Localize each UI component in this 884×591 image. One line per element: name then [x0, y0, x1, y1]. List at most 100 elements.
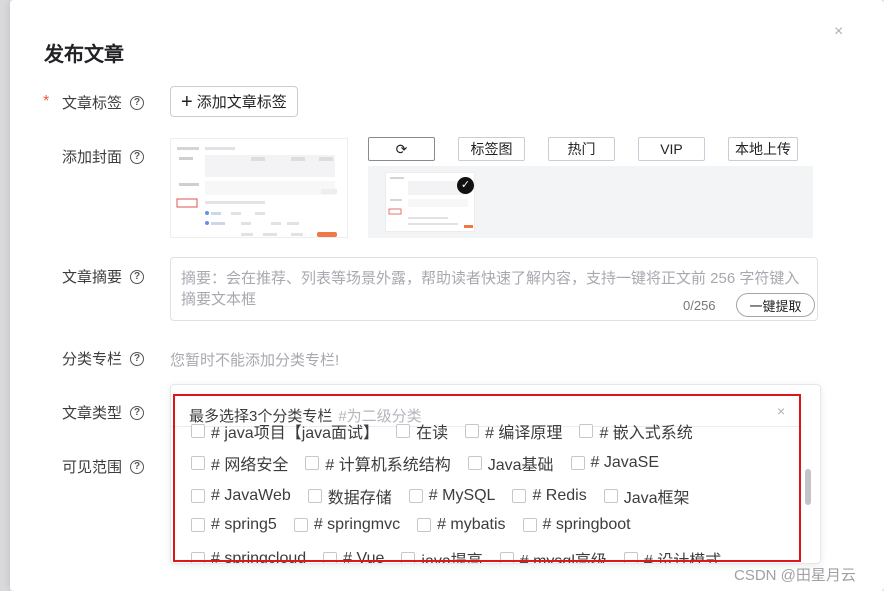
checkbox[interactable]: [401, 552, 416, 563]
help-icon[interactable]: ?: [130, 351, 145, 366]
tags-label-text: 文章标签: [62, 95, 123, 112]
checkbox[interactable]: [191, 424, 205, 438]
checkbox[interactable]: [623, 552, 638, 563]
popular-button[interactable]: 热门: [548, 137, 615, 161]
category-option[interactable]: # spring5: [191, 516, 277, 534]
category-option[interactable]: # 编译原理: [465, 419, 562, 443]
category-option[interactable]: # springmvc: [293, 516, 401, 534]
checkbox[interactable]: [579, 424, 594, 438]
option-label: # 编译原理: [485, 425, 563, 442]
category-option[interactable]: # mysql高级: [499, 547, 607, 564]
category-option[interactable]: # mybatis: [417, 516, 506, 534]
category-option[interactable]: # 嵌入式系统: [579, 419, 693, 443]
help-icon[interactable]: ?: [130, 405, 145, 420]
option-row: # 网络安全 # 计算机系统结构 Java基础 # JavaSE: [191, 451, 676, 475]
category-option[interactable]: # Redis: [512, 484, 587, 508]
category-option[interactable]: # java项目【java面试】: [191, 419, 379, 443]
visibility-label: 可见范围 ?: [62, 456, 145, 477]
category-option[interactable]: 在读: [396, 419, 448, 443]
dropdown-scrollbar[interactable]: [805, 469, 811, 505]
option-label: # MySQL: [428, 487, 496, 504]
option-label: Java框架: [623, 490, 690, 507]
checkbox[interactable]: [512, 489, 527, 503]
plus-icon: +: [181, 90, 193, 113]
category-option[interactable]: # MySQL: [408, 484, 496, 508]
visibility-label-text: 可见范围: [62, 459, 123, 476]
background-page-edge: [0, 0, 10, 591]
category-option[interactable]: # JavaWeb: [191, 484, 291, 508]
checkbox[interactable]: [396, 424, 411, 438]
add-tag-label: 添加文章标签: [196, 94, 287, 111]
option-label: # Vue: [343, 550, 385, 564]
checkbox[interactable]: [603, 489, 618, 503]
selected-check-icon: ✓: [457, 177, 474, 194]
refresh-icon: ⟳: [395, 140, 408, 157]
close-icon[interactable]: ×: [834, 24, 843, 40]
tag-image-button[interactable]: 标签图: [458, 137, 525, 161]
help-icon[interactable]: ?: [130, 269, 145, 284]
summary-textarea[interactable]: 摘要：会在推荐、列表等场景外露，帮助读者快速了解内容，支持一键将正文前 256 …: [170, 257, 818, 321]
option-label: 数据存储: [327, 490, 392, 507]
checkbox[interactable]: [191, 518, 205, 532]
option-label: # Redis: [532, 487, 587, 504]
category-column-dropdown: 最多选择3个分类专栏 #为二级分类 × # java项目【java面试】 在读 #…: [170, 384, 821, 564]
category-option[interactable]: # JavaSE: [570, 451, 659, 475]
dialog-title: 发布文章: [44, 44, 124, 66]
tags-label: 文章标签 ?: [62, 92, 145, 113]
checkbox[interactable]: [293, 518, 308, 532]
category-option[interactable]: Java基础: [467, 451, 554, 475]
checkbox[interactable]: [570, 456, 585, 470]
checkbox[interactable]: [191, 489, 205, 503]
option-label: # JavaWeb: [211, 487, 291, 504]
checkbox[interactable]: [305, 456, 320, 470]
type-label-text: 文章类型: [62, 405, 123, 422]
checkbox[interactable]: [499, 552, 514, 563]
category-option[interactable]: java提高: [401, 547, 483, 564]
category-option[interactable]: 数据存储: [307, 484, 392, 508]
option-label: # springboot: [542, 516, 631, 533]
add-tag-button[interactable]: + 添加文章标签: [170, 86, 298, 117]
checkbox[interactable]: [522, 518, 537, 532]
cover-thumbnail[interactable]: [170, 138, 348, 238]
option-label: # spring5: [211, 516, 277, 533]
help-icon[interactable]: ?: [130, 459, 145, 474]
one-click-extract-button[interactable]: 一键提取: [736, 293, 815, 317]
checkbox[interactable]: [191, 456, 205, 470]
csdn-watermark: CSDN @田星月云: [734, 567, 856, 584]
checkbox[interactable]: [417, 518, 432, 532]
vip-button[interactable]: VIP: [638, 137, 705, 161]
option-label: # mysql高级: [519, 553, 607, 564]
option-label: # springmvc: [313, 516, 401, 533]
dropdown-close-icon[interactable]: ×: [777, 403, 785, 419]
category-option[interactable]: # springboot: [522, 516, 631, 534]
option-label: # java项目【java面试】: [211, 425, 380, 442]
option-label: Java基础: [487, 457, 554, 474]
summary-label-text: 文章摘要: [62, 269, 123, 286]
checkbox[interactable]: [465, 424, 480, 438]
required-asterisk: *: [43, 93, 50, 110]
option-label: # springcloud: [211, 550, 307, 564]
category-option[interactable]: # springcloud: [191, 547, 307, 564]
category-option[interactable]: Java框架: [603, 484, 690, 508]
column-label-text: 分类专栏: [62, 351, 123, 368]
checkbox[interactable]: [408, 489, 423, 503]
category-option[interactable]: # 设计模式: [623, 547, 721, 563]
category-option[interactable]: # 网络安全: [191, 451, 288, 475]
checkbox[interactable]: [323, 552, 338, 563]
cover-label: 添加封面 ?: [62, 146, 145, 167]
option-row: # springcloud # Vue java提高 # mysql高级 # 设…: [191, 547, 738, 564]
option-label: # 网络安全: [211, 457, 289, 474]
checkbox[interactable]: [191, 552, 205, 563]
category-option[interactable]: # 计算机系统结构: [305, 451, 451, 475]
local-upload-button[interactable]: 本地上传: [728, 137, 798, 161]
summary-label: 文章摘要 ?: [62, 266, 145, 287]
option-row: # spring5 # springmvc # mybatis # spring…: [191, 516, 648, 534]
option-label: java提高: [421, 553, 483, 564]
refresh-cover-button[interactable]: ⟳: [368, 137, 435, 161]
type-label: 文章类型 ?: [62, 402, 145, 423]
checkbox[interactable]: [467, 456, 482, 470]
help-icon[interactable]: ?: [130, 149, 145, 164]
checkbox[interactable]: [307, 489, 322, 503]
category-option[interactable]: # Vue: [323, 547, 385, 564]
help-icon[interactable]: ?: [130, 95, 145, 110]
